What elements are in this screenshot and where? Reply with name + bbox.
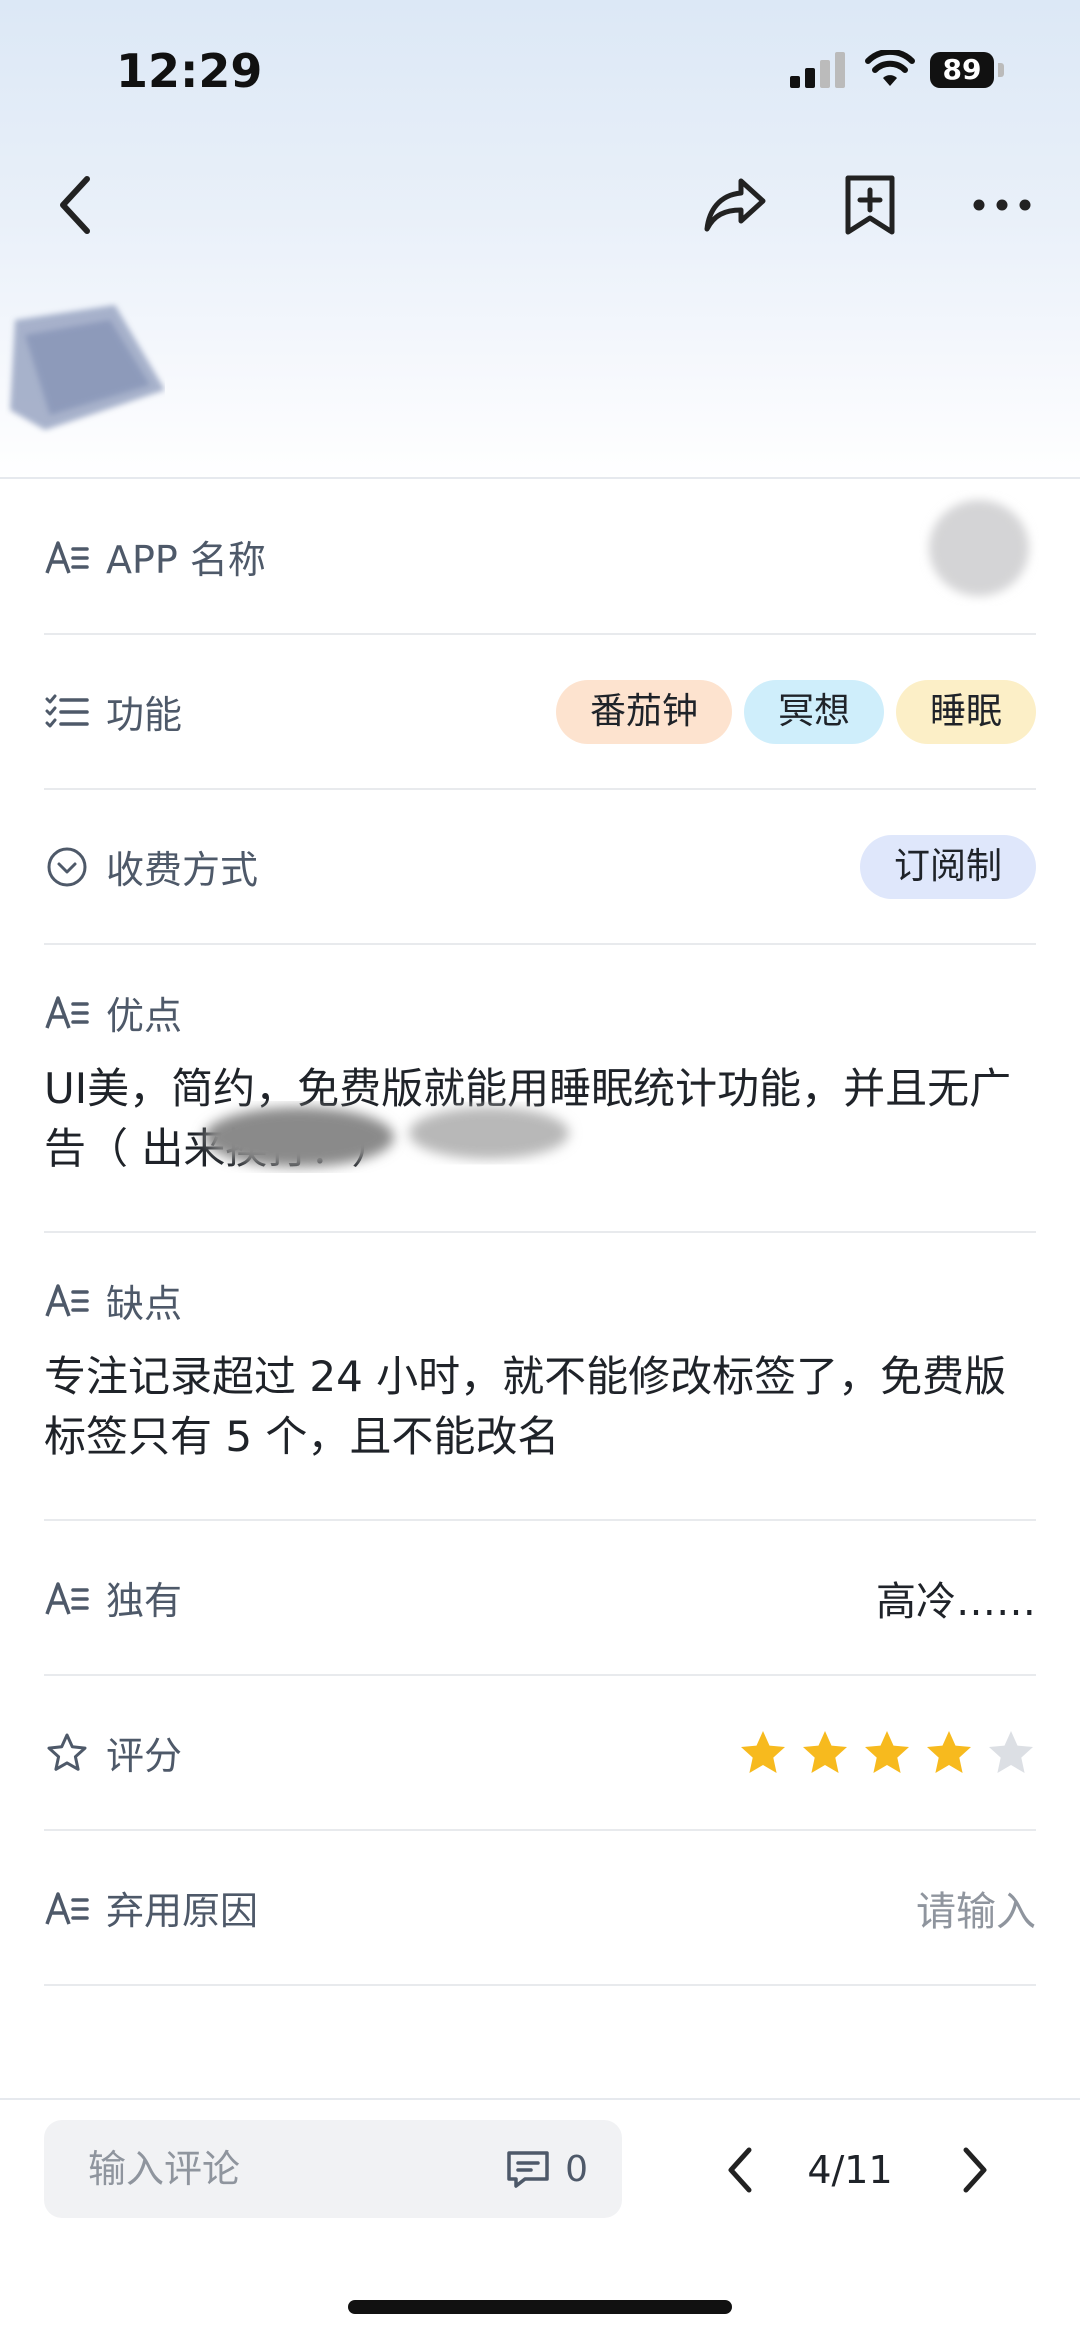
star-filled-icon[interactable] bbox=[862, 1728, 912, 1778]
battery-indicator: 89 bbox=[930, 52, 994, 88]
chevron-circle-icon bbox=[44, 844, 90, 890]
star-filled-icon[interactable] bbox=[738, 1728, 788, 1778]
field-label: 功能 bbox=[106, 693, 183, 737]
share-button[interactable] bbox=[690, 160, 780, 250]
field-row-cons[interactable]: 缺点 专注记录超过 24 小时，就不能修改标签了，免费版标签只有 5 个，且不能… bbox=[44, 1233, 1036, 1521]
status-bar: 12:29 89 bbox=[0, 0, 1080, 140]
field-label: 评分 bbox=[106, 1734, 183, 1778]
field-row-payment[interactable]: 收费方式 订阅制 bbox=[44, 790, 1036, 945]
back-button[interactable] bbox=[30, 160, 120, 250]
field-label: 优点 bbox=[106, 993, 183, 1038]
field-label: 缺点 bbox=[106, 1281, 183, 1326]
comment-icon bbox=[507, 2151, 549, 2188]
comment-count-button[interactable]: 0 bbox=[505, 2120, 588, 2218]
comment-input[interactable]: 输入评论 0 bbox=[44, 2120, 622, 2218]
comment-placeholder: 输入评论 bbox=[88, 2147, 241, 2191]
field-label: APP 名称 bbox=[106, 538, 266, 582]
next-record-button[interactable] bbox=[935, 2130, 1015, 2210]
feature-tag: 冥想 bbox=[743, 679, 884, 744]
text-field-icon bbox=[44, 1885, 90, 1931]
field-row-unique[interactable]: 独有 高冷…… bbox=[44, 1521, 1036, 1676]
star-empty-icon[interactable] bbox=[986, 1728, 1036, 1778]
field-label: 弃用原因 bbox=[106, 1889, 259, 1933]
star-filled-icon[interactable] bbox=[800, 1728, 850, 1778]
header-divider bbox=[0, 477, 1080, 479]
share-arrow-icon bbox=[704, 178, 766, 232]
bookmark-add-button[interactable] bbox=[825, 160, 915, 250]
feature-tag: 睡眠 bbox=[895, 679, 1036, 744]
chevron-left-icon bbox=[60, 176, 90, 234]
field-row-abandon-reason[interactable]: 弃用原因 请输入 bbox=[44, 1831, 1036, 1986]
previous-record-button[interactable] bbox=[700, 2130, 780, 2210]
home-indicator bbox=[348, 2300, 732, 2314]
chevron-right-icon bbox=[963, 2147, 987, 2193]
wifi-icon bbox=[865, 50, 915, 86]
top-navigation bbox=[0, 160, 1080, 260]
bookmark-plus-icon bbox=[845, 175, 895, 235]
field-label: 收费方式 bbox=[106, 848, 259, 892]
more-options-button[interactable] bbox=[957, 160, 1047, 250]
text-field-icon bbox=[44, 989, 90, 1035]
star-outline-icon bbox=[44, 1730, 90, 1776]
text-field-icon bbox=[44, 1277, 90, 1323]
comment-count: 0 bbox=[565, 2148, 588, 2190]
field-row-rating[interactable]: 评分 bbox=[44, 1676, 1036, 1831]
battery-tip bbox=[998, 63, 1004, 77]
cover-image-obscured bbox=[10, 305, 165, 430]
more-horizontal-icon bbox=[973, 199, 1031, 211]
list-icon bbox=[44, 689, 90, 735]
star-filled-icon[interactable] bbox=[924, 1728, 974, 1778]
rating-stars[interactable] bbox=[738, 1728, 1036, 1778]
text-field-icon bbox=[44, 534, 90, 580]
pager-position: 4/11 bbox=[807, 2148, 893, 2192]
bottom-bar-divider bbox=[0, 2098, 1080, 2100]
field-label: 独有 bbox=[106, 1579, 183, 1623]
text-field-icon bbox=[44, 1575, 90, 1621]
status-time: 12:29 bbox=[116, 44, 263, 98]
unique-value: 高冷…… bbox=[876, 1578, 1036, 1625]
cons-text: 专注记录超过 24 小时，就不能修改标签了，免费版标签只有 5 个，且不能改名 bbox=[44, 1352, 1007, 1461]
abandon-reason-input[interactable]: 请输入 bbox=[916, 1879, 1036, 1937]
payment-tag: 订阅制 bbox=[859, 834, 1036, 899]
chevron-left-icon bbox=[728, 2147, 752, 2193]
feature-tag: 番茄钟 bbox=[555, 679, 732, 744]
field-row-pros[interactable]: 优点 UI美，简约，免费版就能用睡眠统计功能，并且无广告（ 出来挨打！） bbox=[44, 945, 1036, 1233]
field-row-features[interactable]: 功能 番茄钟 冥想 睡眠 bbox=[44, 635, 1036, 790]
pros-text: UI美，简约，免费版就能用睡眠统计功能，并且无广告（ 出来挨打！） bbox=[44, 1064, 1012, 1173]
cellular-signal-icon bbox=[790, 52, 845, 88]
field-row-app-name[interactable]: APP 名称 bbox=[44, 480, 1036, 635]
